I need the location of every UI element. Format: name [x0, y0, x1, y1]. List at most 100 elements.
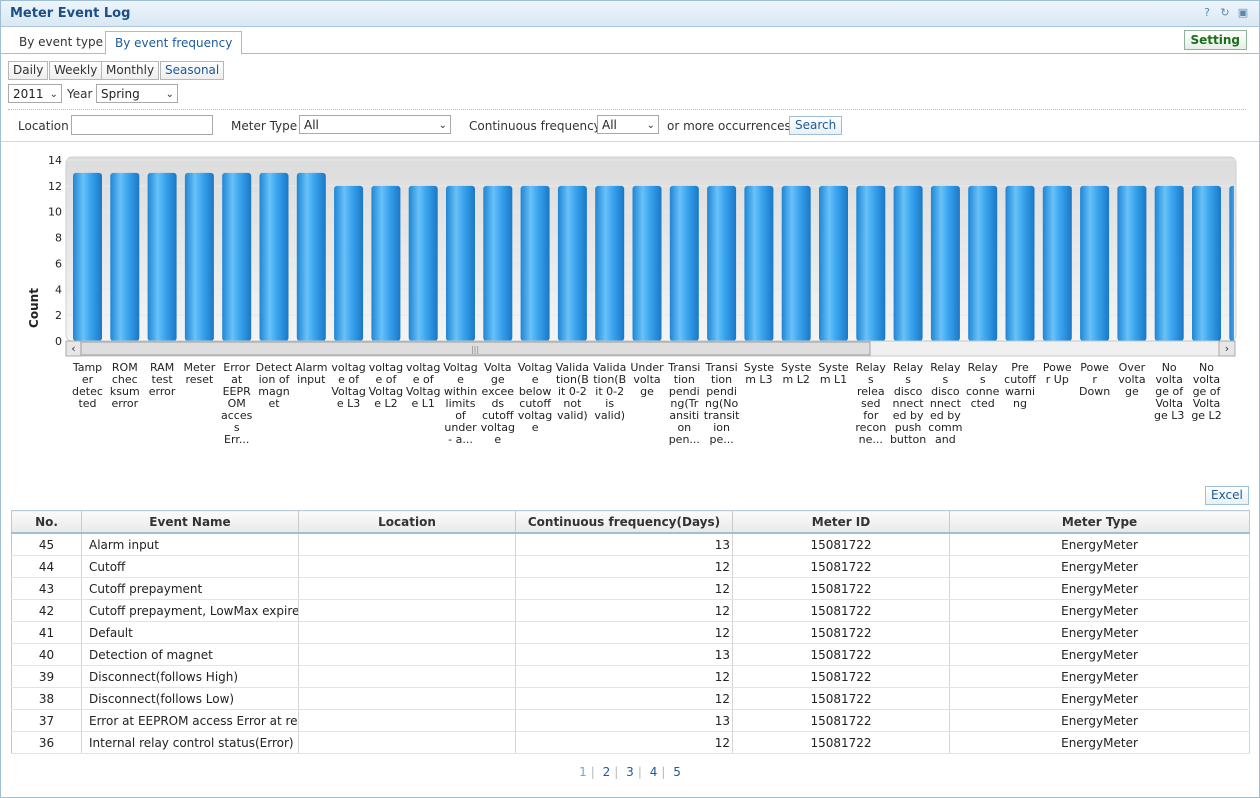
row-meter-type: EnergyMeter	[949, 709, 1250, 732]
bar[interactable]	[334, 185, 364, 341]
y-axis-label: Count	[27, 288, 41, 328]
bar[interactable]	[1080, 185, 1110, 341]
x-tick-label: No volta ge of Volta ge L3	[1154, 361, 1184, 422]
bar[interactable]	[1229, 185, 1258, 341]
table-row[interactable]: 44 Cutoff 12 15081722 EnergyMeter	[11, 555, 1250, 578]
table-row[interactable]: 45 Alarm input 13 15081722 EnergyMeter	[11, 533, 1250, 556]
bar[interactable]	[669, 185, 699, 341]
x-tick-label: No volta ge of Volta ge L2	[1191, 361, 1221, 422]
season-select[interactable]: Spring ⌄	[96, 84, 178, 103]
meter-type-select-value: All	[304, 118, 319, 132]
page-link-5[interactable]: 5	[669, 765, 685, 779]
row-no: 38	[11, 687, 82, 710]
tab-by-event-type[interactable]: By event type	[10, 33, 112, 52]
search-button[interactable]: Search	[789, 116, 843, 135]
row-location	[298, 555, 516, 578]
x-tick-label: Powe r Down	[1079, 361, 1110, 398]
bar[interactable]	[968, 185, 998, 341]
bar[interactable]	[446, 185, 475, 341]
bar[interactable]	[1192, 185, 1221, 341]
location-input[interactable]	[71, 115, 213, 135]
row-continuous-frequency: 12	[515, 599, 733, 622]
tab-by-event-frequency[interactable]: By event frequency	[105, 31, 243, 55]
bar[interactable]	[557, 185, 587, 341]
row-location	[298, 687, 516, 710]
maximize-icon[interactable]: ▣	[1237, 7, 1249, 19]
x-tick-label: Syste m L3	[744, 361, 775, 386]
y-tick-label: 0	[55, 335, 62, 348]
bar[interactable]	[1042, 185, 1072, 341]
table-row[interactable]: 43 Cutoff prepayment 12 15081722 EnergyMeter	[11, 577, 1250, 600]
bar[interactable]	[1154, 185, 1184, 341]
page-separator: |	[661, 765, 666, 779]
table-row[interactable]: 40 Detection of magnet 13 15081722 EnergyMet…	[11, 643, 1250, 666]
chart-horizontal-scrollbar[interactable]: ‹ ||| ›	[65, 340, 1236, 357]
window-title: Meter Event Log	[10, 6, 131, 21]
bar[interactable]	[520, 185, 550, 341]
x-tick-label: Under volta ge	[630, 361, 664, 398]
column-header-meter-type[interactable]: Meter Type	[949, 510, 1250, 534]
y-tick-label: 14	[48, 154, 62, 167]
column-header-no[interactable]: No.	[11, 510, 82, 534]
row-continuous-frequency: 12	[515, 555, 733, 578]
bar[interactable]	[856, 185, 886, 341]
bar[interactable]	[408, 185, 438, 341]
table-row[interactable]: 41 Default 12 15081722 EnergyMeter	[11, 621, 1250, 644]
row-no: 44	[11, 555, 82, 578]
page-link-3[interactable]: 3	[622, 765, 638, 779]
daily-button[interactable]: Daily	[8, 61, 49, 80]
bar[interactable]	[632, 185, 662, 341]
column-header-continuous-frequency[interactable]: Continuous frequency(Days)	[515, 510, 733, 534]
refresh-icon[interactable]: ↻	[1219, 7, 1231, 19]
page-link-4[interactable]: 4	[646, 765, 662, 779]
bar[interactable]	[110, 172, 140, 341]
page-link-1[interactable]: 1	[575, 765, 591, 779]
column-header-event-name[interactable]: Event Name	[81, 510, 299, 534]
bar[interactable]	[222, 172, 252, 341]
table-row[interactable]: 37 Error at EEPROM access Error at res 13 1…	[11, 709, 1250, 732]
table-row[interactable]: 36 Internal relay control status(Error) 12…	[11, 731, 1250, 754]
year-select[interactable]: 2011 ⌄	[8, 84, 62, 103]
seasonal-button[interactable]: Seasonal	[160, 61, 225, 80]
table-row[interactable]: 39 Disconnect(follows High) 12 15081722 Ener…	[11, 665, 1250, 688]
x-tick-label: Syste m L2	[781, 361, 812, 386]
bar[interactable]	[781, 185, 811, 341]
bar[interactable]	[1005, 185, 1035, 341]
page-link-2[interactable]: 2	[599, 765, 615, 779]
bar[interactable]	[483, 185, 513, 341]
row-event-name: Cutoff prepayment, LowMax expired	[81, 599, 299, 622]
x-tick-label: Voltag e below cutoff voltag e	[518, 361, 553, 434]
excel-button[interactable]: Excel	[1205, 486, 1249, 505]
x-tick-label: Relay s disco nnect ed by push button	[890, 361, 926, 446]
meter-type-select[interactable]: All ⌄	[299, 115, 451, 134]
continuous-frequency-select[interactable]: All ⌄	[597, 115, 659, 134]
bar[interactable]	[73, 172, 102, 341]
column-header-meter-id[interactable]: Meter ID	[732, 510, 950, 534]
monthly-button[interactable]: Monthly	[101, 61, 160, 80]
table-row[interactable]: 38 Disconnect(follows Low) 12 15081722 Energ…	[11, 687, 1250, 710]
bar[interactable]	[930, 185, 960, 341]
row-meter-id: 15081722	[732, 731, 950, 754]
year-select-value: 2011	[13, 87, 44, 101]
bar[interactable]	[595, 185, 625, 341]
bar[interactable]	[259, 172, 289, 341]
window-controls: ? ↻ ▣	[1201, 7, 1249, 19]
bar[interactable]	[1117, 185, 1147, 341]
help-icon[interactable]: ?	[1201, 7, 1213, 19]
row-event-name: Error at EEPROM access Error at res	[81, 709, 299, 732]
column-header-location[interactable]: Location	[298, 510, 516, 534]
bar[interactable]	[893, 185, 923, 341]
bar[interactable]	[147, 172, 177, 341]
row-meter-type: EnergyMeter	[949, 687, 1250, 710]
weekly-button[interactable]: Weekly	[49, 61, 103, 80]
bar[interactable]	[184, 172, 214, 341]
row-meter-id: 15081722	[732, 599, 950, 622]
bar[interactable]	[744, 185, 774, 341]
bar[interactable]	[296, 172, 326, 341]
bar[interactable]	[371, 185, 401, 341]
bar[interactable]	[707, 185, 737, 341]
table-row[interactable]: 42 Cutoff prepayment, LowMax expired 12 150…	[11, 599, 1250, 622]
row-meter-type: EnergyMeter	[949, 731, 1250, 754]
setting-button[interactable]: Setting	[1183, 30, 1247, 50]
bar[interactable]	[819, 185, 848, 341]
